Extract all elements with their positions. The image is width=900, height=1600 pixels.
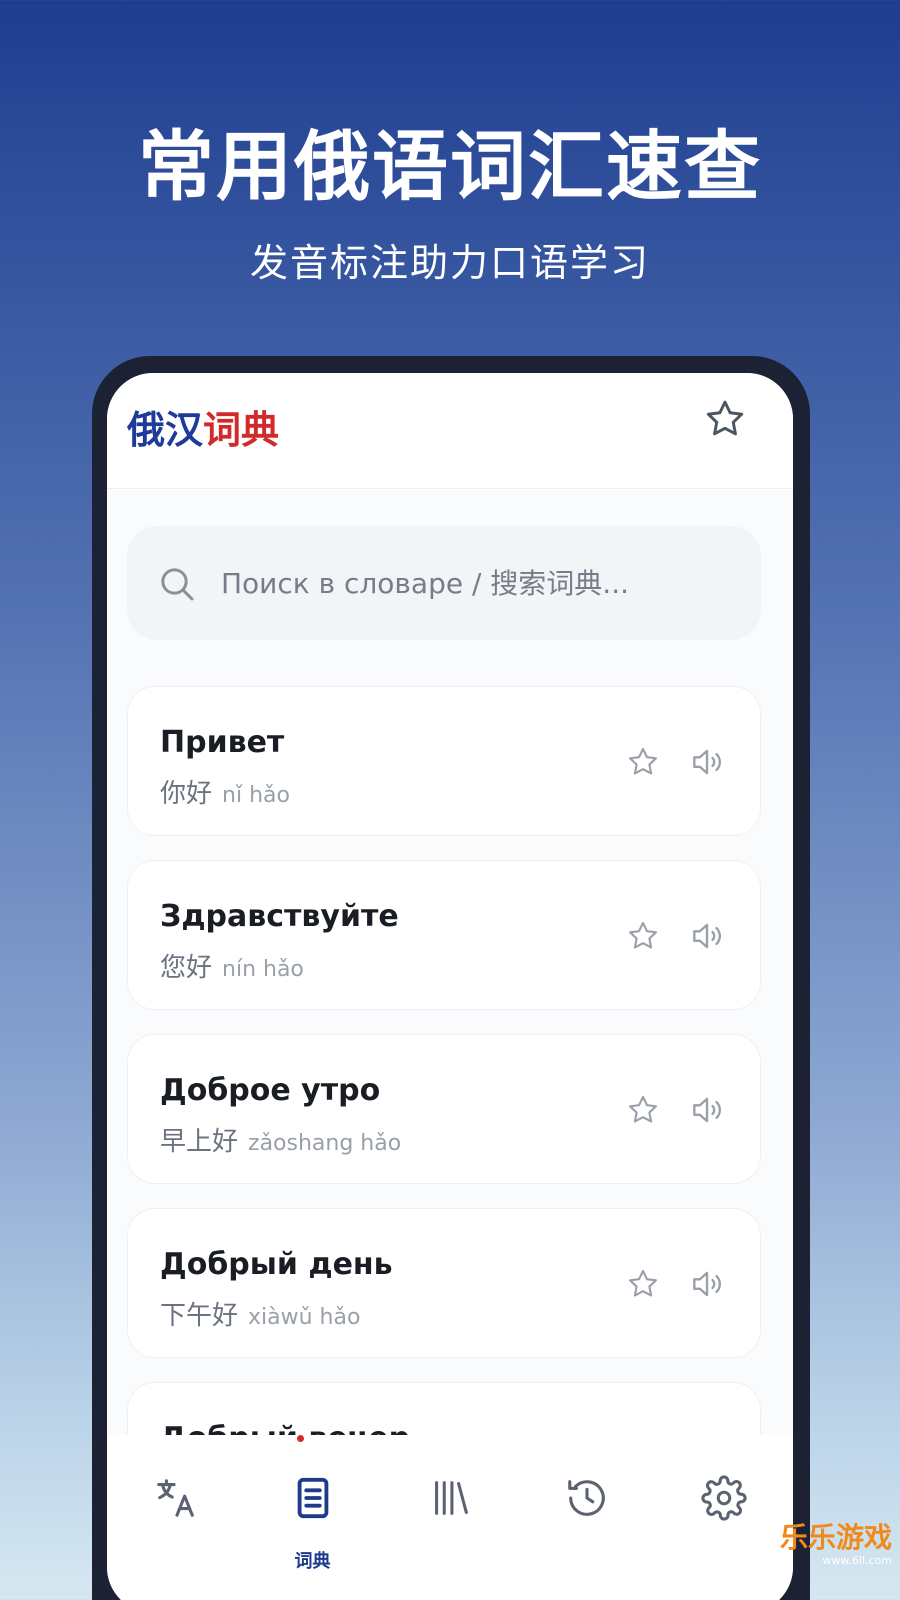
tab-dictionary-label: 词典 <box>294 1551 331 1572</box>
russian-word: Добрый день <box>160 1247 393 1282</box>
library-icon <box>435 1481 468 1515</box>
phone-screen: 俄汉词典 Привет 你好nǐ hǎo Здравствуйте 您好nín … <box>107 373 793 1600</box>
favorite-star-icon[interactable] <box>626 1267 660 1301</box>
gear-icon <box>701 1475 747 1521</box>
favorite-star-icon[interactable] <box>626 919 660 953</box>
promo-subheadline: 发音标注助力口语学习 <box>249 241 650 285</box>
favorites-star-icon[interactable] <box>703 397 747 441</box>
russian-word: Доброе утро <box>160 1073 381 1108</box>
word-list-area: Привет 你好 nǐ hǎo Здравствуйте 您好 nín hǎo Д… <box>107 490 793 1532</box>
translate-icon <box>157 1479 194 1517</box>
translation-text: 早上好 <box>160 1127 239 1157</box>
speaker-icon[interactable] <box>688 1265 726 1303</box>
app-logo: 俄汉词典 <box>127 399 279 454</box>
app-header: 俄汉词典 <box>107 373 793 489</box>
favorite-star-icon[interactable] <box>626 1093 660 1127</box>
russian-word: Привет <box>160 725 285 760</box>
search-bar[interactable] <box>127 526 761 640</box>
favorite-star-icon[interactable] <box>626 745 660 779</box>
chinese-translation: 你好 nǐ hǎo <box>160 773 290 810</box>
tab-translate[interactable] <box>107 1435 244 1600</box>
pinyin-text: zǎoshang hǎo <box>248 1131 402 1156</box>
bottom-tab-bar: 词典 <box>107 1435 793 1600</box>
translation-text: 下午好 <box>160 1301 239 1331</box>
history-icon <box>568 1480 605 1516</box>
logo-part-dictionary: 词典 <box>203 408 280 452</box>
translation-text: 您好 <box>160 953 213 983</box>
chinese-translation: 您好 nín hǎo <box>160 947 304 984</box>
pinyin-text: nín hǎo <box>222 957 304 982</box>
search-icon <box>161 568 194 601</box>
word-card[interactable]: Привет 你好 nǐ hǎo <box>127 686 761 836</box>
chinese-translation: 下午好 xiàwǔ hǎo <box>160 1295 360 1332</box>
promo-headline: 常用俄语词汇速查 <box>138 122 762 211</box>
search-input[interactable] <box>221 526 741 640</box>
book-icon <box>297 1477 329 1519</box>
speaker-icon[interactable] <box>688 1091 726 1129</box>
watermark-url: www.6ll.com <box>822 1554 892 1567</box>
logo-part-russian-chinese: 俄汉 <box>127 408 204 452</box>
word-card[interactable]: Добрый день 下午好 xiàwǔ hǎo <box>127 1208 761 1358</box>
word-card[interactable]: Здравствуйте 您好 nín hǎo <box>127 860 761 1010</box>
russian-word: Здравствуйте <box>160 899 399 934</box>
tab-dictionary[interactable]: 词典 <box>244 1435 381 1600</box>
word-card[interactable]: Доброе утро 早上好 zǎoshang hǎo <box>127 1034 761 1184</box>
pinyin-text: nǐ hǎo <box>222 783 290 808</box>
chinese-translation: 早上好 zǎoshang hǎo <box>160 1121 401 1158</box>
speaker-icon[interactable] <box>688 917 726 955</box>
translation-text: 你好 <box>160 779 213 809</box>
tab-library[interactable] <box>381 1435 518 1600</box>
speaker-icon[interactable] <box>688 743 726 781</box>
watermark-logo: 乐乐游戏 <box>779 1521 892 1554</box>
tab-history[interactable] <box>518 1435 655 1600</box>
pinyin-text: xiàwǔ hǎo <box>248 1305 361 1330</box>
